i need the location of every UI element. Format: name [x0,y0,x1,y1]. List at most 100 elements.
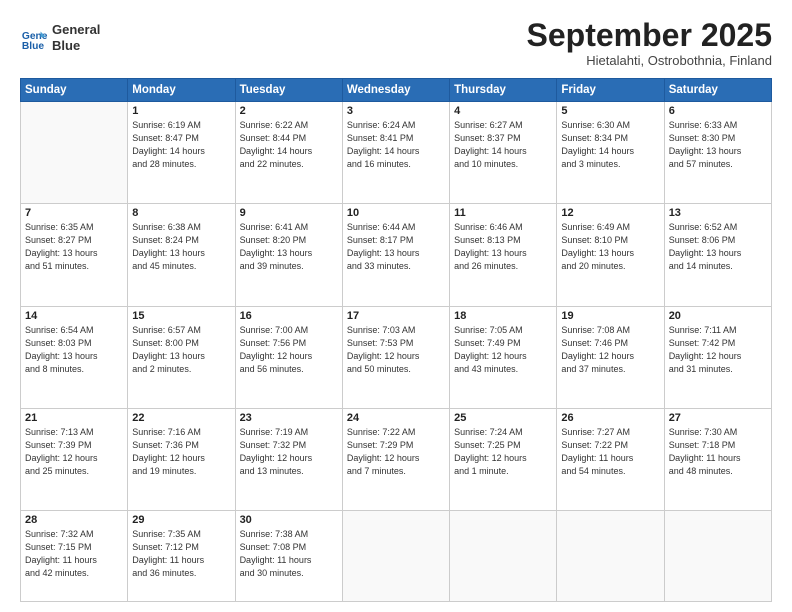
calendar-row-2: 14 Sunrise: 6:54 AMSunset: 8:03 PMDayligh… [21,306,772,408]
calendar-cell [664,510,771,601]
calendar-cell: 19 Sunrise: 7:08 AMSunset: 7:46 PMDayligh… [557,306,664,408]
calendar-row-3: 21 Sunrise: 7:13 AMSunset: 7:39 PMDayligh… [21,408,772,510]
cell-text: Sunrise: 7:32 AMSunset: 7:15 PMDaylight:… [25,528,123,580]
calendar-cell: 1Sunrise: 6:19 AMSunset: 8:47 PMDaylight… [128,102,235,204]
weekday-header-sunday: Sunday [21,79,128,102]
day-number: 8 [132,207,230,219]
cell-text: Sunrise: 6:22 AMSunset: 8:44 PMDaylight:… [240,119,338,171]
cell-text: Sunrise: 7:05 AMSunset: 7:49 PMDaylight:… [454,324,552,376]
svg-text:Blue: Blue [22,41,45,52]
day-number: 18 [454,310,552,322]
day-number: 30 [240,514,338,526]
weekday-header-row: SundayMondayTuesdayWednesdayThursdayFrid… [21,79,772,102]
cell-text: Sunrise: 7:00 AMSunset: 7:56 PMDaylight:… [240,324,338,376]
calendar-row-0: 1Sunrise: 6:19 AMSunset: 8:47 PMDaylight… [21,102,772,204]
calendar-table: SundayMondayTuesdayWednesdayThursdayFrid… [20,78,772,602]
cell-text: Sunrise: 7:24 AMSunset: 7:25 PMDaylight:… [454,426,552,478]
calendar-cell [342,510,449,601]
cell-text: Sunrise: 7:30 AMSunset: 7:18 PMDaylight:… [669,426,767,478]
location-subtitle: Hietalahti, Ostrobothnia, Finland [527,53,772,68]
calendar-cell: 30Sunrise: 7:38 AMSunset: 7:08 PMDayligh… [235,510,342,601]
calendar-row-4: 28 Sunrise: 7:32 AMSunset: 7:15 PMDayligh… [21,510,772,601]
calendar-cell: 2 Sunrise: 6:22 AMSunset: 8:44 PMDaylight… [235,102,342,204]
day-number: 29 [132,514,230,526]
header: General Blue General Blue September 2025… [20,18,772,68]
title-block: September 2025 Hietalahti, Ostrobothnia,… [527,18,772,68]
day-number: 23 [240,412,338,424]
calendar-cell: 6 Sunrise: 6:33 AMSunset: 8:30 PMDaylight… [664,102,771,204]
calendar-cell: 20 Sunrise: 7:11 AMSunset: 7:42 PMDayligh… [664,306,771,408]
day-number: 20 [669,310,767,322]
calendar-cell: 18 Sunrise: 7:05 AMSunset: 7:49 PMDayligh… [450,306,557,408]
calendar-cell [557,510,664,601]
calendar-cell: 17Sunrise: 7:03 AMSunset: 7:53 PMDayligh… [342,306,449,408]
day-number: 10 [347,207,445,219]
calendar-cell: 22 Sunrise: 7:16 AMSunset: 7:36 PMDayligh… [128,408,235,510]
weekday-header-saturday: Saturday [664,79,771,102]
page: General Blue General Blue September 2025… [0,0,792,612]
logo-text-line2: Blue [52,38,100,54]
day-number: 16 [240,310,338,322]
calendar-cell: 12Sunrise: 6:49 AMSunset: 8:10 PMDayligh… [557,204,664,306]
cell-text: Sunrise: 6:44 AMSunset: 8:17 PMDaylight:… [347,221,445,273]
cell-text: Sunrise: 6:38 AMSunset: 8:24 PMDaylight:… [132,221,230,273]
cell-text: Sunrise: 7:11 AMSunset: 7:42 PMDaylight:… [669,324,767,376]
calendar-cell: 24 Sunrise: 7:22 AMSunset: 7:29 PMDayligh… [342,408,449,510]
cell-text: Sunrise: 7:22 AMSunset: 7:29 PMDaylight:… [347,426,445,478]
day-number: 1 [132,105,230,117]
cell-text: Sunrise: 7:27 AMSunset: 7:22 PMDaylight:… [561,426,659,478]
calendar-cell: 13Sunrise: 6:52 AMSunset: 8:06 PMDayligh… [664,204,771,306]
calendar-row-1: 7 Sunrise: 6:35 AMSunset: 8:27 PMDaylight… [21,204,772,306]
day-number: 5 [561,105,659,117]
day-number: 25 [454,412,552,424]
calendar-cell: 8 Sunrise: 6:38 AMSunset: 8:24 PMDaylight… [128,204,235,306]
day-number: 24 [347,412,445,424]
cell-text: Sunrise: 7:19 AMSunset: 7:32 PMDaylight:… [240,426,338,478]
calendar-cell: 21 Sunrise: 7:13 AMSunset: 7:39 PMDayligh… [21,408,128,510]
day-number: 28 [25,514,123,526]
calendar-cell: 15 Sunrise: 6:57 AMSunset: 8:00 PMDayligh… [128,306,235,408]
calendar-cell [450,510,557,601]
day-number: 12 [561,207,659,219]
calendar-cell: 25 Sunrise: 7:24 AMSunset: 7:25 PMDayligh… [450,408,557,510]
logo: General Blue General Blue [20,22,100,53]
cell-text: Sunrise: 7:35 AMSunset: 7:12 PMDaylight:… [132,528,230,580]
weekday-header-monday: Monday [128,79,235,102]
calendar-cell: 16 Sunrise: 7:00 AMSunset: 7:56 PMDayligh… [235,306,342,408]
cell-text: Sunrise: 6:46 AMSunset: 8:13 PMDaylight:… [454,221,552,273]
day-number: 15 [132,310,230,322]
day-number: 13 [669,207,767,219]
day-number: 6 [669,105,767,117]
day-number: 19 [561,310,659,322]
cell-text: Sunrise: 6:35 AMSunset: 8:27 PMDaylight:… [25,221,123,273]
calendar-cell: 23 Sunrise: 7:19 AMSunset: 7:32 PMDayligh… [235,408,342,510]
calendar-cell: 10 Sunrise: 6:44 AMSunset: 8:17 PMDayligh… [342,204,449,306]
cell-text: Sunrise: 6:33 AMSunset: 8:30 PMDaylight:… [669,119,767,171]
day-number: 2 [240,105,338,117]
calendar-cell: 9 Sunrise: 6:41 AMSunset: 8:20 PMDaylight… [235,204,342,306]
day-number: 27 [669,412,767,424]
day-number: 11 [454,207,552,219]
day-number: 7 [25,207,123,219]
cell-text: Sunrise: 7:16 AMSunset: 7:36 PMDaylight:… [132,426,230,478]
day-number: 26 [561,412,659,424]
day-number: 21 [25,412,123,424]
calendar-cell: 29 Sunrise: 7:35 AMSunset: 7:12 PMDayligh… [128,510,235,601]
day-number: 14 [25,310,123,322]
day-number: 22 [132,412,230,424]
calendar-cell: 11 Sunrise: 6:46 AMSunset: 8:13 PMDayligh… [450,204,557,306]
day-number: 17 [347,310,445,322]
cell-text: Sunrise: 6:30 AMSunset: 8:34 PMDaylight:… [561,119,659,171]
day-number: 9 [240,207,338,219]
cell-text: Sunrise: 7:13 AMSunset: 7:39 PMDaylight:… [25,426,123,478]
cell-text: Sunrise: 6:41 AMSunset: 8:20 PMDaylight:… [240,221,338,273]
day-number: 4 [454,105,552,117]
calendar-cell: 7 Sunrise: 6:35 AMSunset: 8:27 PMDaylight… [21,204,128,306]
cell-text: Sunrise: 6:57 AMSunset: 8:00 PMDaylight:… [132,324,230,376]
weekday-header-tuesday: Tuesday [235,79,342,102]
weekday-header-thursday: Thursday [450,79,557,102]
cell-text: Sunrise: 7:08 AMSunset: 7:46 PMDaylight:… [561,324,659,376]
month-title: September 2025 [527,18,772,53]
cell-text: Sunrise: 6:54 AMSunset: 8:03 PMDaylight:… [25,324,123,376]
calendar-cell: 4Sunrise: 6:27 AMSunset: 8:37 PMDaylight… [450,102,557,204]
